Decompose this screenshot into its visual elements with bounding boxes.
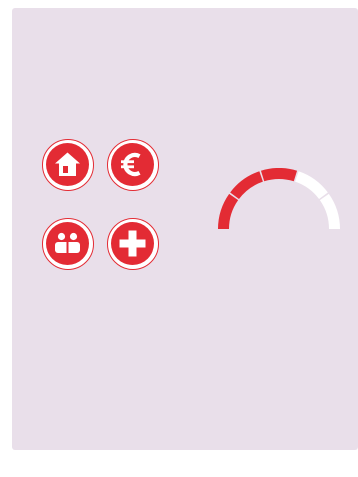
gauge-segment-empty [319, 193, 340, 229]
gauge-segment-filled [230, 171, 263, 200]
progress-gauge [218, 168, 340, 229]
people-button[interactable] [42, 218, 94, 270]
home-icon [55, 152, 80, 176]
home-button[interactable] [42, 139, 94, 191]
euro-button[interactable] [107, 139, 159, 191]
medical-cross-icon [119, 230, 146, 257]
people-icon [55, 232, 80, 253]
euro-icon [121, 152, 141, 177]
gauge-segment-filled [260, 168, 298, 182]
gauge-segment-empty [295, 171, 328, 200]
health-button[interactable] [107, 218, 159, 270]
gauge-segment-filled [218, 193, 239, 229]
